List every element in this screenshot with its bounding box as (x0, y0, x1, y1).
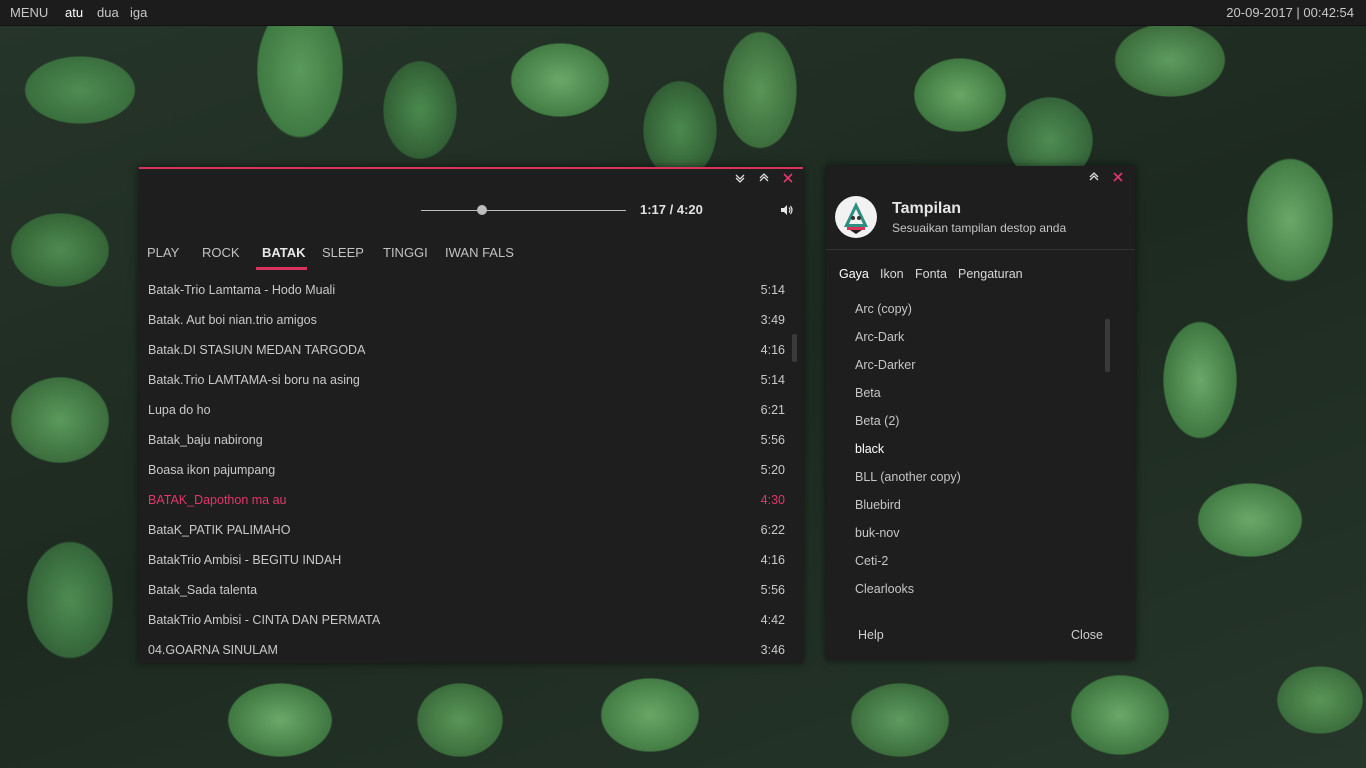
track-title: Batak.DI STASIUN MEDAN TARGODA (148, 343, 366, 357)
theme-item[interactable]: BLL (another copy) (855, 463, 1115, 491)
window-title: Tampilan (892, 200, 962, 217)
music-player-window: 1:17 / 4:20 PLAY ROCK BATAK SLEEP TINGGI… (139, 167, 803, 663)
track-title: BATAK_Dapothon ma au (148, 493, 287, 507)
theme-list-scrollbar[interactable] (1105, 319, 1110, 372)
active-tab-indicator (256, 267, 307, 270)
track-title: 04.GOARNA SINULAM (148, 643, 278, 657)
volume-icon[interactable] (780, 203, 794, 217)
track-duration: 3:49 (760, 313, 785, 327)
track-list-scrollbar[interactable] (792, 334, 797, 362)
track-title: BatakTrio Ambisi - BEGITU INDAH (148, 553, 342, 567)
track-title: Batak_baju nabirong (148, 433, 263, 447)
app-logo-icon (835, 196, 877, 238)
track-duration: 5:20 (760, 463, 785, 477)
theme-item[interactable]: Clearlooks (855, 575, 1115, 603)
close-button[interactable]: Close (1059, 622, 1115, 648)
track-row[interactable]: Batak_Sada talenta 5:56 (139, 575, 803, 605)
theme-list: Arc (copy) Arc-Dark Arc-Darker Beta Beta… (855, 295, 1115, 603)
theme-item-selected[interactable]: black (855, 435, 1115, 463)
menu-button[interactable]: MENU (10, 0, 48, 25)
close-icon[interactable] (1113, 172, 1123, 182)
track-title: Boasa ikon pajumpang (148, 463, 276, 477)
close-icon[interactable] (783, 173, 793, 183)
theme-item[interactable]: Arc (copy) (855, 295, 1115, 323)
tab-pengaturan[interactable]: Pengaturan (958, 267, 1023, 281)
theme-item[interactable]: Beta (2) (855, 407, 1115, 435)
track-row[interactable]: Batak-Trio Lamtama - Hodo Muali 5:14 (139, 275, 803, 305)
track-title: Batak. Aut boi nian.trio amigos (148, 313, 317, 327)
theme-item[interactable]: Arc-Dark (855, 323, 1115, 351)
header-divider (826, 249, 1135, 250)
tab-iwan-fals[interactable]: IWAN FALS (445, 245, 514, 260)
top-panel: MENU atu dua iga 20-09-2017 | 00:42:54 (0, 0, 1366, 26)
track-duration: 4:16 (760, 343, 785, 357)
track-row[interactable]: Batak.DI STASIUN MEDAN TARGODA 4:16 (139, 335, 803, 365)
track-title: BatakTrio Ambisi - CINTA DAN PERMATA (148, 613, 381, 627)
tab-play[interactable]: PLAY (147, 245, 179, 260)
minimize-icon[interactable] (735, 173, 745, 183)
track-title: BataK_PATIK PALIMAHO (148, 523, 291, 537)
track-duration: 3:46 (760, 643, 785, 657)
tab-gaya[interactable]: Gaya (839, 267, 869, 281)
track-duration: 5:14 (760, 283, 785, 297)
track-title: Lupa do ho (148, 403, 211, 417)
window-subtitle: Sesuaikan tampilan destop anda (892, 221, 1067, 235)
seek-bar[interactable] (421, 210, 626, 211)
workspace-3[interactable]: iga (130, 0, 147, 25)
seek-handle[interactable] (476, 205, 487, 215)
track-title: Batak_Sada talenta (148, 583, 258, 597)
theme-item[interactable]: Arc-Darker (855, 351, 1115, 379)
theme-item[interactable]: Beta (855, 379, 1115, 407)
tab-sleep[interactable]: SLEEP (322, 245, 364, 260)
track-duration: 5:56 (760, 583, 785, 597)
playback-time: 1:17 / 4:20 (640, 202, 703, 217)
clock: 20-09-2017 | 00:42:54 (1226, 5, 1354, 20)
track-row[interactable]: Boasa ikon pajumpang 5:20 (139, 455, 803, 485)
track-row[interactable]: BataK_PATIK PALIMAHO 6:22 (139, 515, 803, 545)
window-controls (735, 173, 793, 185)
tab-batak[interactable]: BATAK (262, 245, 306, 260)
workspace-1[interactable]: atu (65, 0, 83, 25)
track-duration: 6:21 (760, 403, 785, 417)
maximize-icon[interactable] (759, 173, 769, 183)
track-title: Batak-Trio Lamtama - Hodo Muali (148, 283, 336, 297)
track-row[interactable]: 04.GOARNA SINULAM 3:46 (139, 635, 803, 665)
track-duration: 5:56 (760, 433, 785, 447)
track-duration: 4:30 (760, 493, 785, 507)
tab-ikon[interactable]: Ikon (880, 267, 904, 281)
track-duration: 5:14 (760, 373, 785, 387)
theme-item[interactable]: Ceti-2 (855, 547, 1115, 575)
tab-rock[interactable]: ROCK (202, 245, 240, 260)
help-button[interactable]: Help (846, 622, 896, 648)
track-row[interactable]: Batak.Trio LAMTAMA-si boru na asing 5:14 (139, 365, 803, 395)
theme-item[interactable]: buk-nov (855, 519, 1115, 547)
track-row[interactable]: Batak_baju nabirong 5:56 (139, 425, 803, 455)
tab-tinggi[interactable]: TINGGI (383, 245, 428, 260)
track-row[interactable]: BatakTrio Ambisi - BEGITU INDAH 4:16 (139, 545, 803, 575)
track-row-playing[interactable]: BATAK_Dapothon ma au 4:30 (139, 485, 803, 515)
track-duration: 4:16 (760, 553, 785, 567)
track-list: Batak-Trio Lamtama - Hodo Muali 5:14 Bata… (139, 275, 803, 665)
track-duration: 6:22 (760, 523, 785, 537)
workspace-2[interactable]: dua (97, 0, 119, 25)
track-row[interactable]: Lupa do ho 6:21 (139, 395, 803, 425)
track-duration: 4:42 (760, 613, 785, 627)
track-row[interactable]: BatakTrio Ambisi - CINTA DAN PERMATA 4:42 (139, 605, 803, 635)
tab-fonta[interactable]: Fonta (915, 267, 947, 281)
track-row[interactable]: Batak. Aut boi nian.trio amigos 3:49 (139, 305, 803, 335)
track-title: Batak.Trio LAMTAMA-si boru na asing (148, 373, 360, 387)
appearance-window: Tampilan Sesuaikan tampilan destop anda … (826, 166, 1135, 660)
window-controls (1089, 172, 1123, 184)
maximize-icon[interactable] (1089, 172, 1099, 182)
theme-item[interactable]: Bluebird (855, 491, 1115, 519)
